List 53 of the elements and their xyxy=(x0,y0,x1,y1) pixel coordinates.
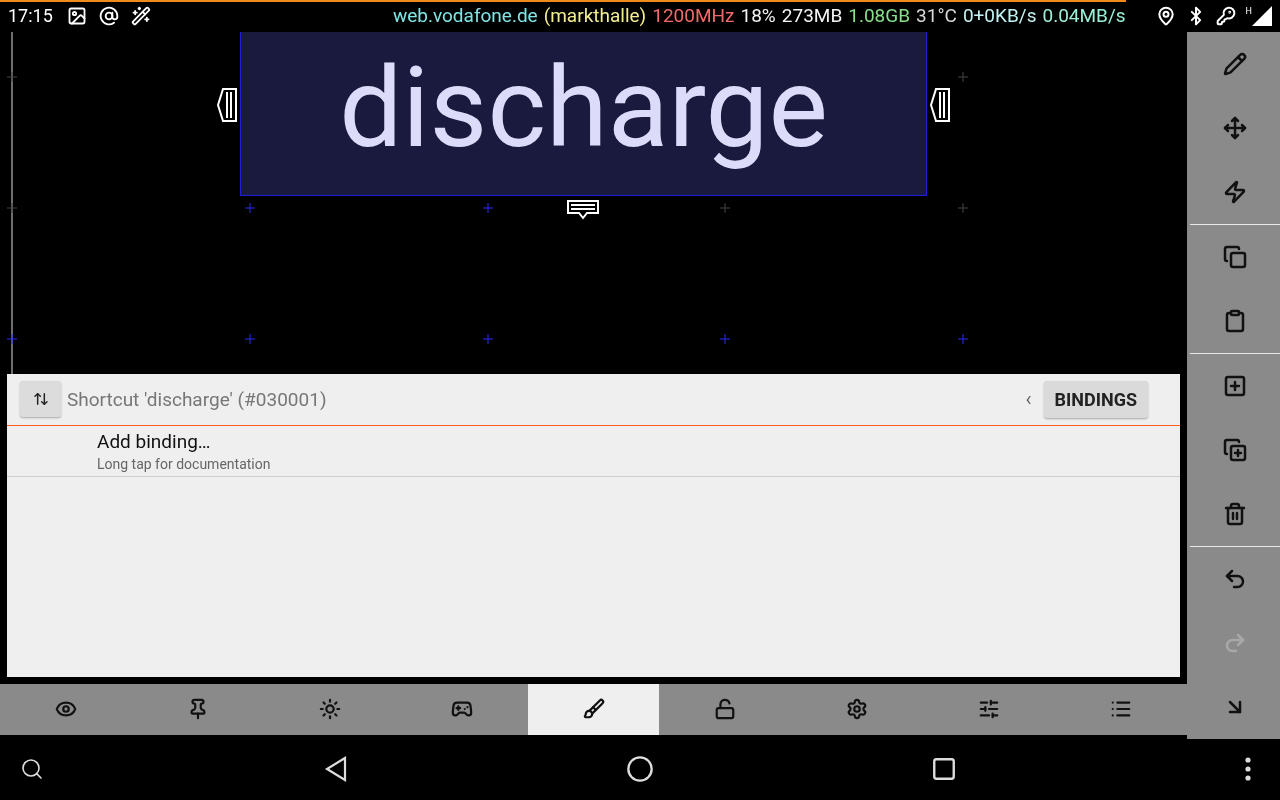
settings-icon xyxy=(846,698,869,721)
more-button[interactable] xyxy=(1245,757,1251,782)
status-text: 31°C xyxy=(916,4,957,28)
wand-icon xyxy=(130,5,151,26)
search-button[interactable] xyxy=(20,757,44,782)
status-text: 1200MHz xyxy=(652,4,735,28)
status-text: 0+0KB/s xyxy=(962,4,1037,28)
lightning-icon[interactable] xyxy=(1223,179,1247,204)
sliders-icon xyxy=(978,698,1001,721)
resize-handle-icon[interactable] xyxy=(929,86,951,123)
image-icon xyxy=(66,5,87,26)
resize-handle-icon[interactable] xyxy=(566,198,600,221)
clock: 17:15 xyxy=(8,5,53,27)
sun-icon xyxy=(318,698,341,721)
pencil-icon[interactable] xyxy=(1223,51,1247,76)
clipboard-icon[interactable] xyxy=(1223,308,1247,333)
home-icon xyxy=(626,755,654,784)
unlock-icon xyxy=(714,698,737,721)
resize-handle-icon[interactable] xyxy=(216,86,238,123)
tab[interactable] xyxy=(527,683,660,735)
status-text: (markthalle) xyxy=(543,4,647,28)
sort-icon xyxy=(32,391,49,408)
sort-button[interactable] xyxy=(20,381,61,418)
item-title: Add binding… xyxy=(97,429,212,453)
add-icon[interactable] xyxy=(1223,373,1247,398)
list-item[interactable]: Add binding… Long tap for documentation xyxy=(7,425,1180,477)
status-text: 0.04MB/s xyxy=(1042,4,1126,28)
home-button[interactable] xyxy=(626,755,654,784)
back-icon xyxy=(324,756,348,783)
panel-title: Shortcut 'discharge' (#030001) xyxy=(67,387,328,411)
status-text: 18% xyxy=(740,4,776,28)
copy-icon[interactable] xyxy=(1223,244,1247,269)
trash-icon[interactable] xyxy=(1223,501,1247,526)
recents-button[interactable] xyxy=(931,756,957,783)
at-icon xyxy=(98,5,119,26)
status-text: 1.08GB xyxy=(848,4,911,28)
key-icon xyxy=(1215,5,1236,26)
status-text: 273MB xyxy=(781,4,843,28)
brush-icon xyxy=(582,698,605,721)
back-button[interactable] xyxy=(324,756,348,783)
network-type: H xyxy=(1245,6,1252,16)
move-icon[interactable] xyxy=(1223,115,1247,140)
collapse-arrow[interactable]: ‹ xyxy=(1025,387,1032,412)
add-copy-icon[interactable] xyxy=(1223,437,1247,462)
signal-icon xyxy=(1252,5,1272,26)
location-icon xyxy=(1155,5,1176,26)
recents-icon xyxy=(931,756,957,783)
item-subtitle: Long tap for documentation xyxy=(97,455,272,472)
label-widget[interactable]: discharge xyxy=(240,31,927,196)
search-icon xyxy=(20,757,44,782)
more-icon xyxy=(1245,757,1251,782)
bindings-button[interactable]: BINDINGS xyxy=(1043,380,1148,418)
status-text: web.vodafone.de xyxy=(392,4,538,28)
